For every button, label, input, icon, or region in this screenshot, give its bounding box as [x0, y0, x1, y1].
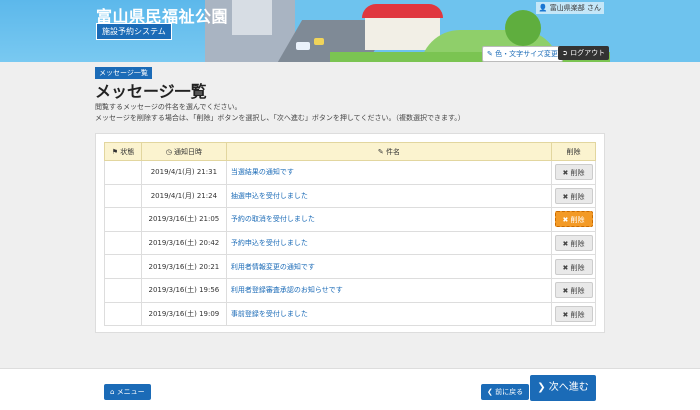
logout-button[interactable]: ➲ ログアウト	[558, 46, 610, 60]
back-label: 前に戻る	[495, 388, 524, 396]
delete-cell: ✖ 削除	[551, 207, 596, 232]
date-cell: 2019/3/16(土) 19:56	[140, 277, 227, 303]
pencil-icon: ✎	[487, 50, 493, 58]
message-panel: ⚑ 状態 ◷ 通知日時 ✎ 件名 削除 2019/4/1(月) 21:31 当選…	[95, 133, 605, 333]
table-row: 2019/3/16(土) 21:05 予約の取消を受付しました ✖ 削除	[104, 207, 596, 232]
flag-icon: ⚑	[111, 147, 118, 156]
user-info: 👤 富山県楽部 さん	[535, 2, 604, 14]
subject-link[interactable]: 当選結果の通知です	[225, 160, 553, 185]
color-size-button[interactable]: ✎ 色・文字サイズ変更	[482, 46, 563, 62]
building-illustration	[232, 0, 272, 35]
status-cell	[104, 207, 142, 232]
logout-label: ログアウト	[570, 49, 606, 57]
delete-label: 削除	[570, 310, 585, 319]
status-cell	[104, 301, 142, 327]
instructions: 閲覧するメッセージの件名を選んでください。 メッセージを削除する場合は、「削除」…	[95, 102, 465, 124]
car-icon	[296, 42, 310, 50]
chevron-left-icon: ❮	[487, 388, 493, 396]
status-header-label: 状態	[120, 147, 135, 156]
table-row: 2019/4/1(月) 21:31 当選結果の通知です ✖ 削除	[104, 160, 596, 185]
delete-cell: ✖ 削除	[551, 230, 596, 256]
tree-illustration	[505, 10, 541, 46]
clock-icon: ◷	[165, 147, 172, 156]
date-cell: 2019/3/16(土) 20:21	[140, 254, 227, 279]
menu-label: メニュー	[116, 388, 145, 396]
message-table: ⚑ 状態 ◷ 通知日時 ✎ 件名 削除 2019/4/1(月) 21:31 当選…	[104, 142, 596, 327]
next-button[interactable]: ❯ 次へ進む	[530, 375, 596, 401]
close-icon: ✖	[562, 169, 569, 178]
status-cell	[104, 230, 142, 256]
date-cell: 2019/3/16(土) 21:05	[140, 207, 227, 232]
table-row: 2019/4/1(月) 21:24 抽選申込を受付しました ✖ 削除	[104, 183, 596, 209]
subject-header-label: 件名	[385, 147, 400, 156]
subject-link[interactable]: 利用者登録審査承認のお知らせです	[225, 277, 553, 303]
table-header-row: ⚑ 状態 ◷ 通知日時 ✎ 件名 削除	[104, 142, 596, 161]
delete-button[interactable]: ✖ 削除	[554, 282, 593, 299]
system-badge: 施設予約システム	[96, 23, 172, 40]
chevron-right-icon: ❯	[537, 382, 546, 393]
delete-cell: ✖ 削除	[551, 301, 596, 327]
close-icon: ✖	[562, 192, 569, 201]
delete-label: 削除	[570, 240, 585, 249]
subject-link[interactable]: 抽選申込を受付しました	[225, 183, 553, 209]
subject-column-header: ✎ 件名	[225, 142, 553, 161]
table-row: 2019/3/16(土) 19:09 事前登録を受付しました ✖ 削除	[104, 301, 596, 327]
status-cell	[104, 254, 142, 279]
delete-label: 削除	[570, 263, 585, 272]
date-cell: 2019/3/16(土) 19:09	[140, 301, 227, 327]
delete-cell: ✖ 削除	[551, 183, 596, 209]
pencil-icon: ✎	[377, 147, 384, 156]
logout-icon: ➲	[562, 49, 568, 57]
status-cell	[104, 160, 142, 185]
status-cell	[104, 277, 142, 303]
delete-column-header: 削除	[551, 142, 596, 161]
date-cell: 2019/4/1(月) 21:24	[140, 183, 227, 209]
delete-cell: ✖ 削除	[551, 277, 596, 303]
delete-cell: ✖ 削除	[551, 160, 596, 185]
status-column-header: ⚑ 状態	[104, 142, 142, 161]
instruction-line-2: メッセージを削除する場合は、「削除」ボタンを選択し、「次へ進む」ボタンを押してく…	[95, 114, 465, 122]
page-title: メッセージ一覧	[95, 82, 207, 101]
table-row: 2019/3/16(土) 19:56 利用者登録審査承認のお知らせです ✖ 削除	[104, 277, 596, 303]
delete-label: 削除	[570, 169, 585, 178]
delete-label: 削除	[570, 287, 585, 296]
delete-button[interactable]: ✖ 削除	[554, 235, 593, 252]
delete-button[interactable]: ✖ 削除	[554, 305, 593, 322]
date-header-label: 通知日時	[174, 147, 203, 156]
back-button[interactable]: ❮ 前に戻る	[481, 384, 530, 400]
status-cell	[104, 183, 142, 209]
car-icon	[314, 38, 324, 45]
table-row: 2019/3/16(土) 20:42 予約申込を受付しました ✖ 削除	[104, 230, 596, 256]
close-icon: ✖	[562, 310, 569, 319]
delete-label: 削除	[570, 192, 585, 201]
delete-button[interactable]: ✖ 削除	[554, 164, 593, 181]
subject-link[interactable]: 利用者情報変更の通知です	[225, 254, 553, 279]
delete-button[interactable]: ✖ 削除	[554, 258, 593, 275]
instruction-line-1: 閲覧するメッセージの件名を選んでください。	[95, 103, 242, 111]
gym-roof-illustration	[362, 4, 443, 18]
close-icon: ✖	[562, 287, 569, 296]
close-icon: ✖	[562, 263, 569, 272]
subject-link[interactable]: 事前登録を受付しました	[225, 301, 553, 327]
delete-label: 削除	[570, 216, 585, 225]
close-icon: ✖	[562, 240, 569, 249]
date-column-header: ◷ 通知日時	[140, 142, 227, 161]
user-icon: 👤	[538, 4, 548, 12]
color-size-label: 色・文字サイズ変更	[495, 50, 558, 58]
subject-link[interactable]: 予約申込を受付しました	[225, 230, 553, 256]
home-icon: ⌂	[110, 388, 115, 396]
date-cell: 2019/4/1(月) 21:31	[140, 160, 227, 185]
user-name: 富山県楽部 さん	[549, 4, 601, 12]
close-icon: ✖	[562, 216, 569, 225]
menu-button[interactable]: ⌂ メニュー	[104, 384, 151, 400]
footer: ⌂ メニュー ❮ 前に戻る ❯ 次へ進む	[0, 368, 700, 410]
delete-button-selected[interactable]: ✖ 削除	[554, 211, 593, 228]
next-label: 次へ進む	[548, 382, 589, 393]
date-cell: 2019/3/16(土) 20:42	[140, 230, 227, 256]
delete-button[interactable]: ✖ 削除	[554, 187, 593, 204]
delete-cell: ✖ 削除	[551, 254, 596, 279]
table-row: 2019/3/16(土) 20:21 利用者情報変更の通知です ✖ 削除	[104, 254, 596, 279]
header: 富山県民福祉公園 施設予約システム 👤 富山県楽部 さん ✎ 色・文字サイズ変更…	[0, 0, 700, 62]
subject-link[interactable]: 予約の取消を受付しました	[225, 207, 553, 232]
